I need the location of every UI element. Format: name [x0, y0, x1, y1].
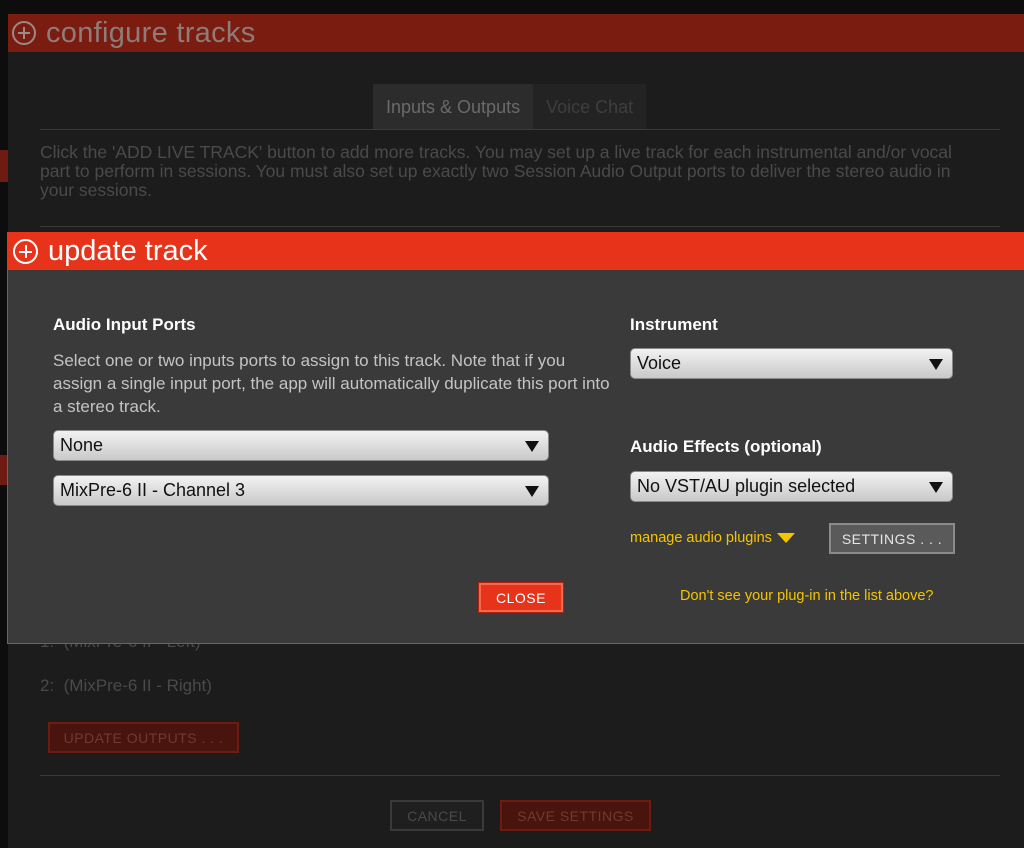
save-settings-button[interactable]: SAVE SETTINGS	[500, 800, 651, 831]
cancel-button[interactable]: CANCEL	[390, 800, 484, 831]
manage-audio-plugins-link[interactable]: manage audio plugins	[630, 530, 795, 546]
update-outputs-button[interactable]: UPDATE OUTPUTS . . .	[48, 722, 239, 753]
audio-effects-heading: Audio Effects (optional)	[630, 437, 822, 456]
audio-effects-select[interactable]: No VST/AU plugin selected	[630, 471, 953, 502]
update-track-modal: update track Audio Input Ports Select on…	[7, 232, 1024, 644]
divider	[40, 129, 1000, 130]
dropdown-arrow-icon	[929, 359, 943, 370]
update-track-header: update track	[8, 233, 1024, 270]
plus-circle-icon	[13, 239, 38, 264]
audio-input-ports-heading: Audio Input Ports	[53, 315, 196, 334]
tab-bar: Inputs & Outputs Voice Chat	[373, 84, 647, 130]
divider	[40, 775, 1000, 776]
app-root: configure tracks Inputs & Outputs Voice …	[0, 0, 1024, 848]
output-port-row: 2: (MixPre-6 II - Right)	[40, 676, 212, 696]
configure-tracks-header: configure tracks	[8, 14, 1024, 52]
triangle-down-icon	[776, 533, 795, 544]
input-ports-hint: Select one or two inputs ports to assign…	[53, 351, 610, 416]
configure-description: Click the 'ADD LIVE TRACK' button to add…	[40, 142, 952, 200]
output-name: (MixPre-6 II - Right)	[63, 676, 212, 695]
plus-circle-icon	[12, 21, 36, 45]
configure-tracks-title: configure tracks	[46, 16, 256, 49]
input-port-1-select[interactable]: None	[53, 430, 549, 461]
select-value: No VST/AU plugin selected	[637, 476, 856, 496]
instrument-select[interactable]: Voice	[630, 348, 953, 379]
instrument-heading: Instrument	[630, 315, 718, 334]
dropdown-arrow-icon	[929, 482, 943, 493]
plugin-help-link[interactable]: Don't see your plug-in in the list above…	[680, 588, 933, 604]
select-value: Voice	[637, 353, 682, 373]
select-value: None	[60, 435, 104, 455]
close-button[interactable]: CLOSE	[479, 583, 563, 612]
output-index: 2:	[40, 676, 55, 695]
modal-title: update track	[48, 235, 208, 267]
select-value: MixPre-6 II - Channel 3	[60, 480, 246, 500]
settings-button[interactable]: SETTINGS . . .	[829, 523, 955, 554]
divider	[40, 226, 1000, 227]
dropdown-arrow-icon	[525, 441, 539, 452]
tab-voice-chat[interactable]: Voice Chat	[533, 84, 647, 130]
manage-plugins-label: manage audio plugins	[630, 530, 772, 546]
edge-highlight	[0, 150, 8, 182]
dropdown-arrow-icon	[525, 486, 539, 497]
tab-inputs-outputs[interactable]: Inputs & Outputs	[373, 84, 534, 130]
input-port-2-select[interactable]: MixPre-6 II - Channel 3	[53, 475, 549, 506]
